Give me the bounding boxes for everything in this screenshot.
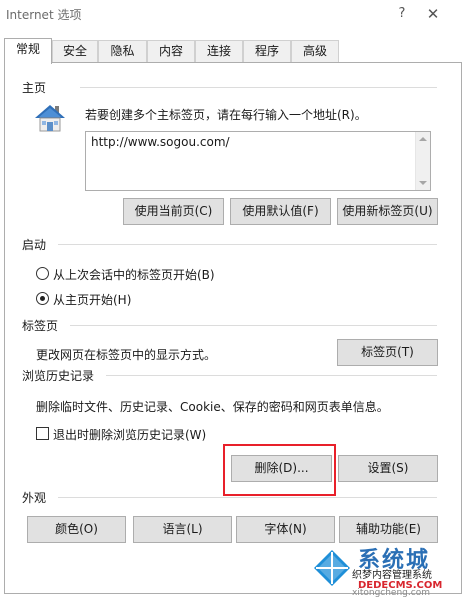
tab-security[interactable]: 安全 bbox=[52, 40, 98, 63]
tab-privacy[interactable]: 隐私 bbox=[98, 40, 147, 63]
history-section-label: 浏览历史记录 bbox=[22, 367, 99, 384]
window-title: Internet 选项 bbox=[6, 8, 82, 22]
section-divider bbox=[58, 497, 437, 498]
title-bar: Internet 选项 ? ✕ bbox=[0, 0, 466, 30]
homepage-instruction: 若要创建多个主标签页，请在每行输入一个地址(R)。 bbox=[85, 108, 367, 122]
tab-programs[interactable]: 程序 bbox=[243, 40, 291, 63]
tab-advanced[interactable]: 高级 bbox=[291, 40, 339, 63]
use-current-button[interactable]: 使用当前页(C) bbox=[123, 198, 224, 225]
tab-strip: 常规 安全 隐私 内容 连接 程序 高级 bbox=[0, 38, 466, 64]
url-scrollbar[interactable] bbox=[415, 132, 430, 190]
radio-last-session-label[interactable]: 从上次会话中的标签页开始(B) bbox=[53, 266, 215, 283]
homepage-url-value: http://www.sogou.com/ bbox=[91, 135, 230, 149]
scroll-down-icon[interactable] bbox=[419, 181, 427, 185]
tabs-section-label: 标签页 bbox=[22, 317, 63, 334]
section-divider bbox=[70, 325, 437, 326]
use-new-tab-button[interactable]: 使用新标签页(U) bbox=[337, 198, 438, 225]
tabs-description: 更改网页在标签页中的显示方式。 bbox=[36, 348, 217, 362]
section-divider bbox=[106, 375, 437, 376]
radio-home-page-label[interactable]: 从主页开始(H) bbox=[53, 291, 131, 308]
tab-connections[interactable]: 连接 bbox=[195, 40, 243, 63]
startup-section-label: 启动 bbox=[22, 236, 51, 253]
watermark: 系统城 织梦内容管理系统 DEDECMS.COM xitongcheng.com bbox=[308, 540, 466, 597]
history-description: 删除临时文件、历史记录、Cookie、保存的密码和网页表单信息。 bbox=[36, 400, 389, 414]
tab-general[interactable]: 常规 bbox=[4, 38, 52, 64]
appearance-section-label: 外观 bbox=[22, 489, 51, 506]
watermark-caption: 织梦内容管理系统 bbox=[352, 570, 432, 581]
homepage-section-label: 主页 bbox=[22, 79, 51, 96]
section-divider bbox=[58, 244, 437, 245]
delete-on-exit-label[interactable]: 退出时删除浏览历史记录(W) bbox=[53, 426, 206, 443]
radio-last-session[interactable] bbox=[36, 267, 49, 280]
languages-button[interactable]: 语言(L) bbox=[133, 516, 232, 543]
home-house-icon bbox=[34, 103, 66, 133]
radio-home-page[interactable] bbox=[36, 292, 49, 305]
windows-logo-icon bbox=[312, 548, 352, 588]
colors-button[interactable]: 颜色(O) bbox=[27, 516, 126, 543]
homepage-url-textarea[interactable]: http://www.sogou.com/ bbox=[85, 131, 431, 191]
watermark-url: xitongcheng.com bbox=[352, 588, 430, 597]
tabs-settings-button[interactable]: 标签页(T) bbox=[337, 339, 438, 366]
accessibility-button[interactable]: 辅助功能(E) bbox=[339, 516, 438, 543]
delete-history-button[interactable]: 删除(D)... bbox=[231, 455, 332, 482]
history-settings-button[interactable]: 设置(S) bbox=[338, 455, 438, 482]
scroll-up-icon[interactable] bbox=[419, 137, 427, 141]
close-button[interactable]: ✕ bbox=[418, 2, 448, 28]
fonts-button[interactable]: 字体(N) bbox=[236, 516, 335, 543]
use-default-button[interactable]: 使用默认值(F) bbox=[230, 198, 331, 225]
tab-content[interactable]: 内容 bbox=[147, 40, 195, 63]
section-divider bbox=[80, 87, 437, 88]
help-button[interactable]: ? bbox=[387, 2, 417, 28]
delete-on-exit-checkbox[interactable] bbox=[36, 427, 49, 440]
